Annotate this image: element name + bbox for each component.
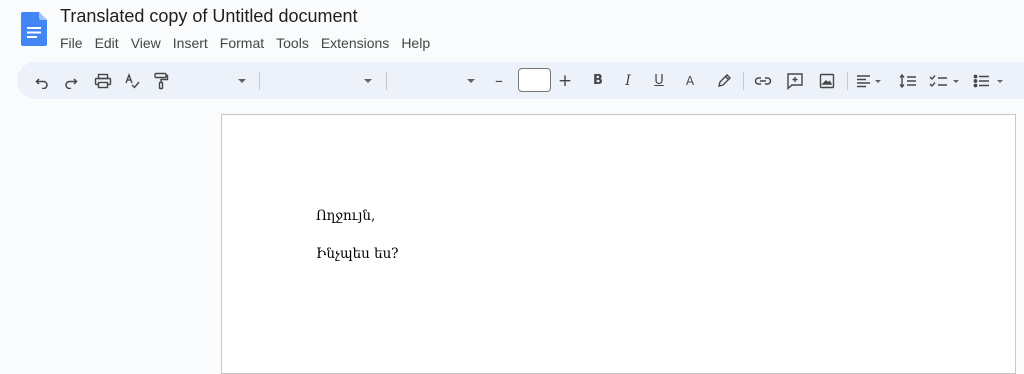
underline-button[interactable]: U — [650, 62, 668, 99]
text-color-button[interactable]: A — [681, 62, 699, 99]
checklist-icon[interactable] — [928, 62, 964, 99]
menu-bar: File Edit View Insert Format Tools Exten… — [60, 33, 442, 53]
menu-file[interactable]: File — [60, 33, 83, 53]
italic-button[interactable]: I — [619, 62, 637, 99]
zoom-dropdown-caret-icon[interactable] — [464, 62, 478, 99]
add-comment-icon[interactable] — [784, 62, 806, 99]
document-title[interactable]: Translated copy of Untitled document — [60, 6, 358, 27]
toolbar-divider — [847, 72, 848, 90]
menu-insert[interactable]: Insert — [173, 33, 208, 53]
menu-help[interactable]: Help — [401, 33, 430, 53]
decrease-font-size-button[interactable]: – — [490, 62, 508, 99]
line-spacing-icon[interactable] — [897, 62, 919, 99]
menu-extensions[interactable]: Extensions — [321, 33, 389, 53]
spellcheck-icon[interactable] — [121, 62, 143, 99]
paragraph-1: Ողջույն, — [316, 208, 376, 224]
menu-edit[interactable]: Edit — [95, 33, 119, 53]
menu-format[interactable]: Format — [220, 33, 264, 53]
menu-view[interactable]: View — [131, 33, 161, 53]
toolbar-divider — [386, 72, 387, 90]
redo-icon[interactable] — [60, 62, 82, 99]
print-icon[interactable] — [91, 62, 115, 99]
bold-button[interactable]: B — [589, 62, 607, 99]
font-dropdown-caret-icon[interactable] — [361, 62, 375, 99]
document-page[interactable]: Ողջույն, Ինչպես ես? — [221, 114, 1016, 374]
increase-font-size-button[interactable]: + — [556, 62, 574, 99]
align-icon[interactable] — [855, 62, 885, 99]
toolbar-divider — [259, 72, 260, 90]
style-dropdown-caret-icon[interactable] — [235, 62, 249, 99]
paragraph-2: Ինչպես ես? — [316, 246, 399, 262]
docs-logo-icon[interactable] — [21, 12, 47, 46]
insert-image-icon[interactable] — [816, 62, 838, 99]
paint-format-icon[interactable] — [150, 62, 172, 99]
menu-tools[interactable]: Tools — [276, 33, 309, 53]
undo-icon[interactable] — [31, 62, 53, 99]
font-size-input[interactable] — [518, 68, 551, 92]
link-icon[interactable] — [752, 62, 774, 99]
bulleted-list-icon[interactable] — [972, 62, 1008, 99]
highlight-color-icon[interactable] — [714, 62, 734, 99]
toolbar-divider — [743, 72, 744, 90]
